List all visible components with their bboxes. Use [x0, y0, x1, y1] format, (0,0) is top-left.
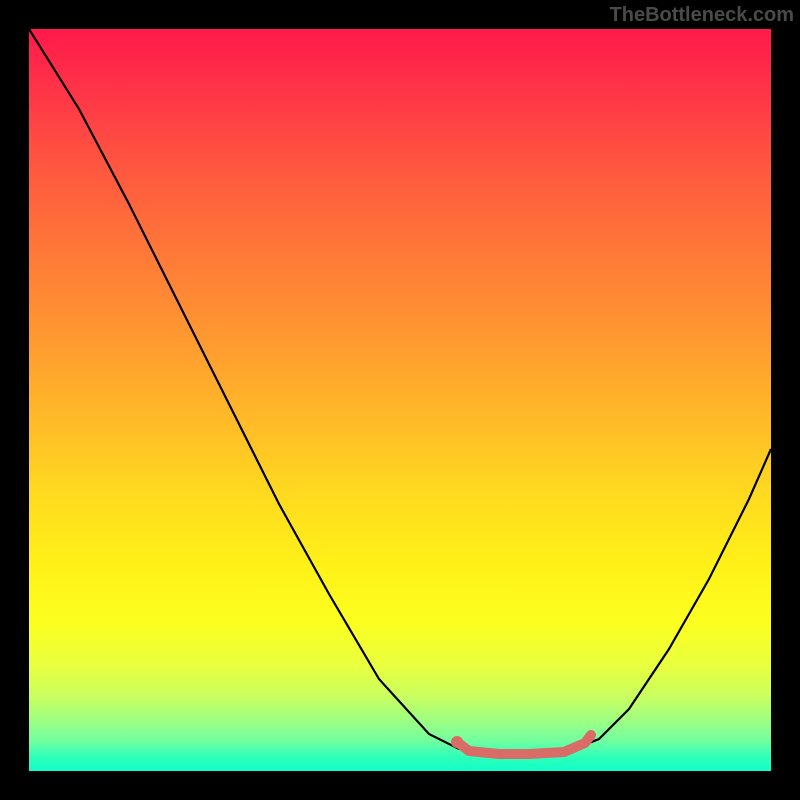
watermark-text: TheBottleneck.com — [610, 4, 794, 27]
chart-area — [29, 29, 771, 771]
gradient-background — [29, 29, 771, 771]
